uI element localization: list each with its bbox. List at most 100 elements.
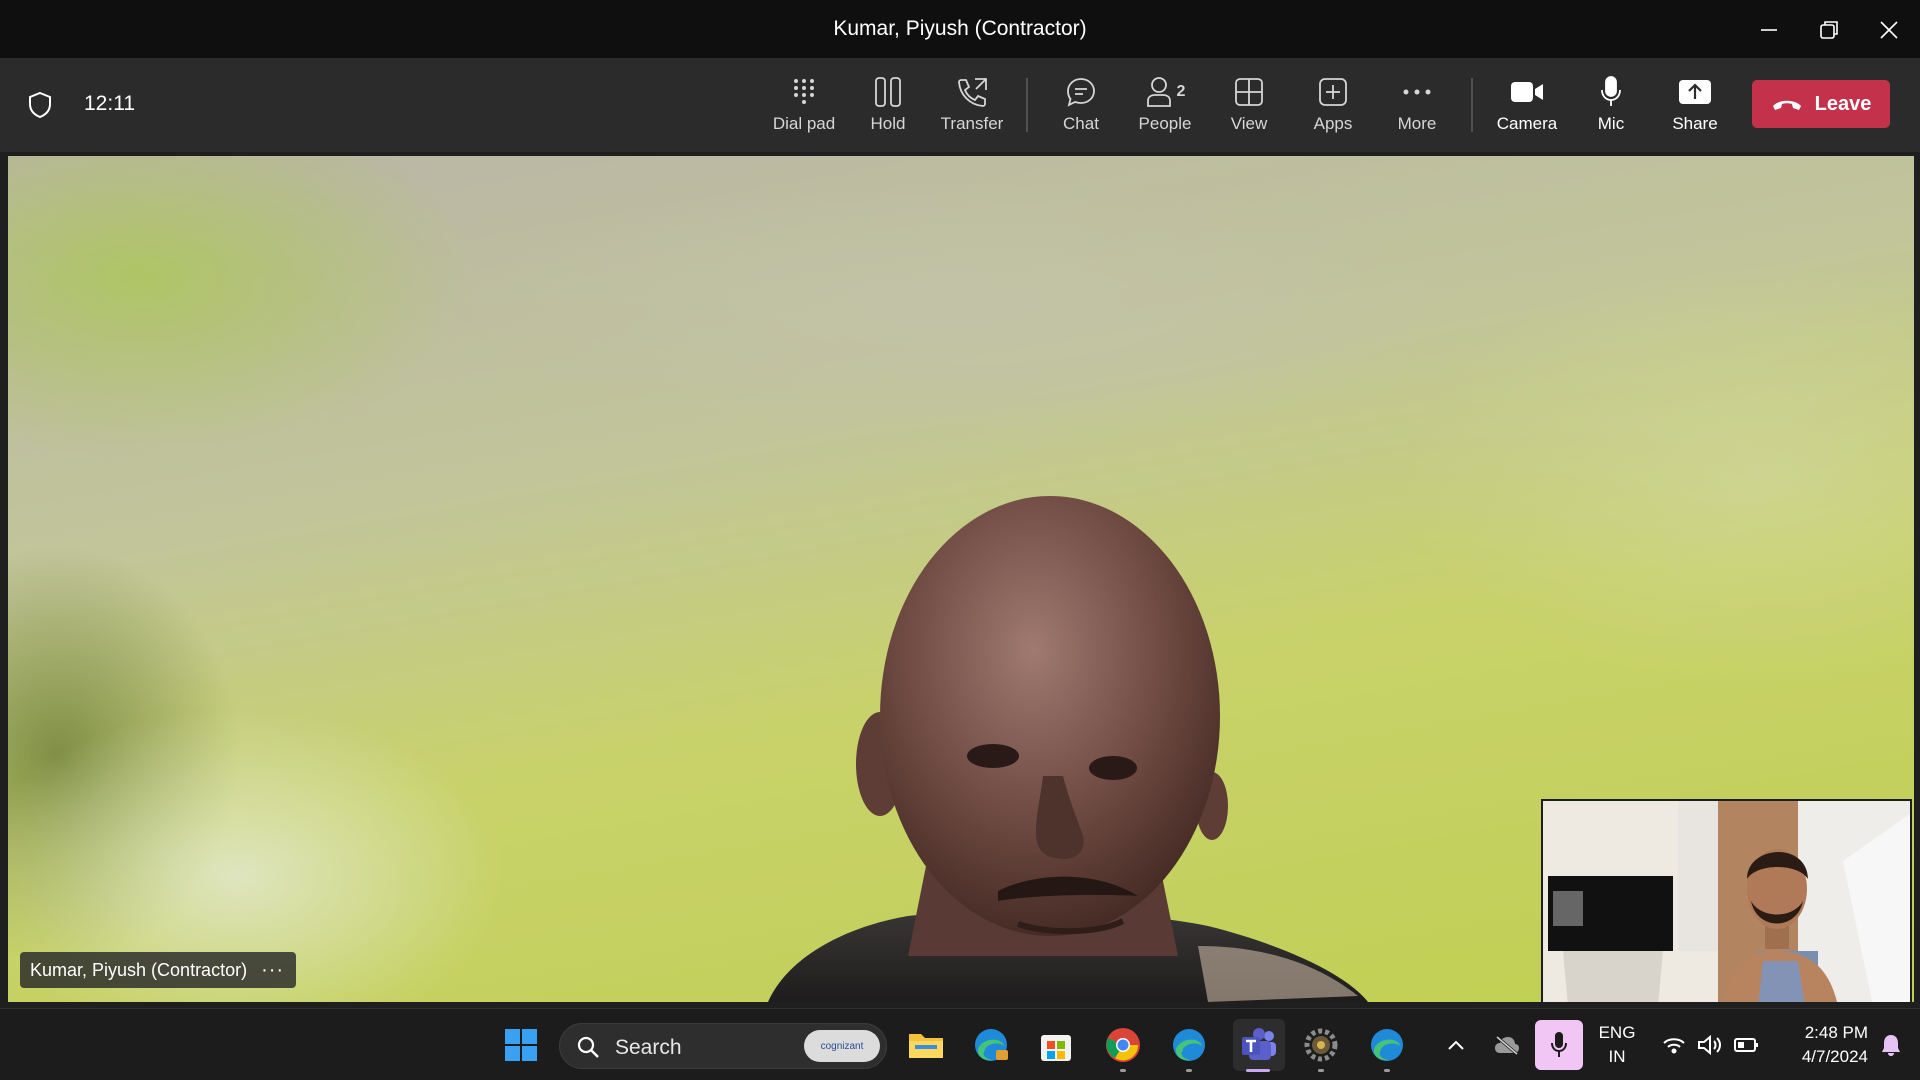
start-button[interactable] <box>499 1023 543 1067</box>
teams-icon <box>1242 1028 1276 1060</box>
quick-settings-tray[interactable] <box>1656 1023 1766 1067</box>
share-button[interactable]: Share <box>1653 72 1737 142</box>
hang-up-icon <box>1772 100 1801 110</box>
dialpad-button[interactable]: Dial pad <box>762 72 846 142</box>
volume-icon <box>1698 1034 1721 1056</box>
people-count: 2 <box>1176 83 1186 100</box>
people-button[interactable]: 2 People <box>1123 72 1207 142</box>
apps-button[interactable]: Apps <box>1291 72 1375 142</box>
close-icon <box>1880 21 1898 39</box>
folder-icon <box>909 1034 943 1058</box>
mic-label: Mic <box>1597 114 1625 133</box>
more-label: More <box>1397 114 1437 133</box>
view-label: View <box>1230 114 1268 133</box>
share-upload-icon <box>1679 80 1711 104</box>
self-view-video[interactable] <box>1541 799 1912 1004</box>
minimize-button[interactable] <box>1744 10 1794 50</box>
store-icon <box>1041 1035 1071 1061</box>
apps-label: Apps <box>1313 114 1353 133</box>
participant-name-tag[interactable]: Kumar, Piyush (Contractor) ··· <box>20 952 297 988</box>
windows-logo-icon <box>505 1029 537 1061</box>
phone-transfer-icon <box>958 78 987 107</box>
clock[interactable]: 2:48 PM 4/7/2024 <box>1772 1023 1868 1067</box>
chat-button[interactable]: Chat <box>1039 72 1123 142</box>
chat-bubble-icon <box>1067 78 1095 107</box>
restore-button[interactable] <box>1804 10 1854 50</box>
windows-taskbar: Search cognizant ENG IN 2:48 PM 4/7/2024 <box>0 1008 1920 1080</box>
call-timer: 12:11 <box>84 92 135 115</box>
participant-name: Kumar, Piyush (Contractor) <box>30 959 248 980</box>
taskbar-chrome[interactable] <box>1101 1023 1145 1067</box>
close-window-button[interactable] <box>1864 10 1914 50</box>
camera-button[interactable]: Camera <box>1485 72 1569 142</box>
taskbar-teams[interactable] <box>1233 1019 1285 1071</box>
running-indicator <box>1186 1069 1192 1072</box>
search-icon <box>577 1036 599 1058</box>
self-view-image <box>1543 801 1910 1002</box>
grid-icon <box>1235 78 1263 106</box>
camera-label: Camera <box>1496 114 1558 133</box>
language-code: ENG <box>1598 1023 1636 1042</box>
dialpad-icon <box>794 79 814 104</box>
plus-square-icon <box>1319 78 1347 106</box>
toolbar-divider <box>1471 78 1473 132</box>
cloud-offline-icon <box>1495 1035 1519 1055</box>
wifi-icon <box>1663 1038 1685 1054</box>
clock-time: 2:48 PM <box>1804 1023 1868 1042</box>
pause-icon <box>875 77 901 107</box>
onedrive-tray[interactable] <box>1490 1023 1524 1067</box>
taskbar-store[interactable] <box>1034 1023 1078 1067</box>
microphone-icon <box>1601 76 1621 106</box>
leave-label: Leave <box>1814 92 1872 115</box>
running-indicator <box>1318 1069 1324 1072</box>
taskbar-settings-app[interactable] <box>1299 1023 1343 1067</box>
chat-label: Chat <box>1063 114 1099 133</box>
more-button[interactable]: More <box>1375 72 1459 142</box>
taskbar-edge[interactable] <box>1167 1023 1211 1067</box>
gear-icon <box>1304 1028 1338 1062</box>
mic-in-use-tray[interactable] <box>1535 1020 1583 1070</box>
meeting-toolbar: 12:11 Dial pad Hold Transfer Chat 2 Peop… <box>0 58 1920 152</box>
participant-options-icon[interactable]: ··· <box>261 959 284 982</box>
view-button[interactable]: View <box>1207 72 1291 142</box>
taskbar-search[interactable]: Search cognizant <box>559 1023 887 1069</box>
show-hidden-icons-button[interactable] <box>1441 1023 1471 1067</box>
microphone-icon <box>1551 1032 1567 1057</box>
hold-label: Hold <box>870 114 906 133</box>
running-indicator <box>1120 1069 1126 1072</box>
shield-icon[interactable] <box>28 91 52 124</box>
toolbar-divider <box>1026 78 1028 132</box>
region-code: IN <box>1608 1047 1626 1066</box>
clock-date: 4/7/2024 <box>1801 1047 1868 1066</box>
chrome-icon <box>1106 1028 1140 1062</box>
network-volume-battery-icons <box>1663 1034 1758 1056</box>
edge-icon <box>1173 1029 1205 1061</box>
search-highlight-badge: cognizant <box>804 1030 880 1062</box>
person-icon <box>1146 77 1171 107</box>
taskbar-edge-beta[interactable] <box>969 1023 1013 1067</box>
search-label: Search <box>615 1036 682 1059</box>
active-app-indicator <box>1246 1069 1270 1072</box>
leave-button[interactable]: Leave <box>1752 80 1890 128</box>
restore-icon <box>1820 21 1838 39</box>
battery-icon <box>1734 1038 1758 1052</box>
share-label: Share <box>1672 114 1718 133</box>
notification-button[interactable] <box>1874 1023 1908 1067</box>
people-label: People <box>1138 114 1192 133</box>
window-title: Kumar, Piyush (Contractor) <box>833 17 1087 40</box>
edge-icon <box>1371 1029 1403 1061</box>
mic-button[interactable]: Mic <box>1569 72 1653 142</box>
title-bar: Kumar, Piyush (Contractor) <box>0 0 1920 58</box>
edge-beta-icon <box>975 1029 1008 1061</box>
transfer-button[interactable]: Transfer <box>930 72 1014 142</box>
hold-button[interactable]: Hold <box>846 72 930 142</box>
transfer-label: Transfer <box>940 114 1004 133</box>
video-camera-icon <box>1511 82 1543 102</box>
input-language[interactable]: ENG IN <box>1594 1023 1640 1067</box>
running-indicator <box>1384 1069 1390 1072</box>
taskbar-file-explorer[interactable] <box>904 1023 948 1067</box>
bell-icon <box>1882 1035 1900 1056</box>
taskbar-edge-2[interactable] <box>1365 1023 1409 1067</box>
chevron-up-icon <box>1448 1040 1464 1050</box>
minimize-icon <box>1761 29 1777 31</box>
